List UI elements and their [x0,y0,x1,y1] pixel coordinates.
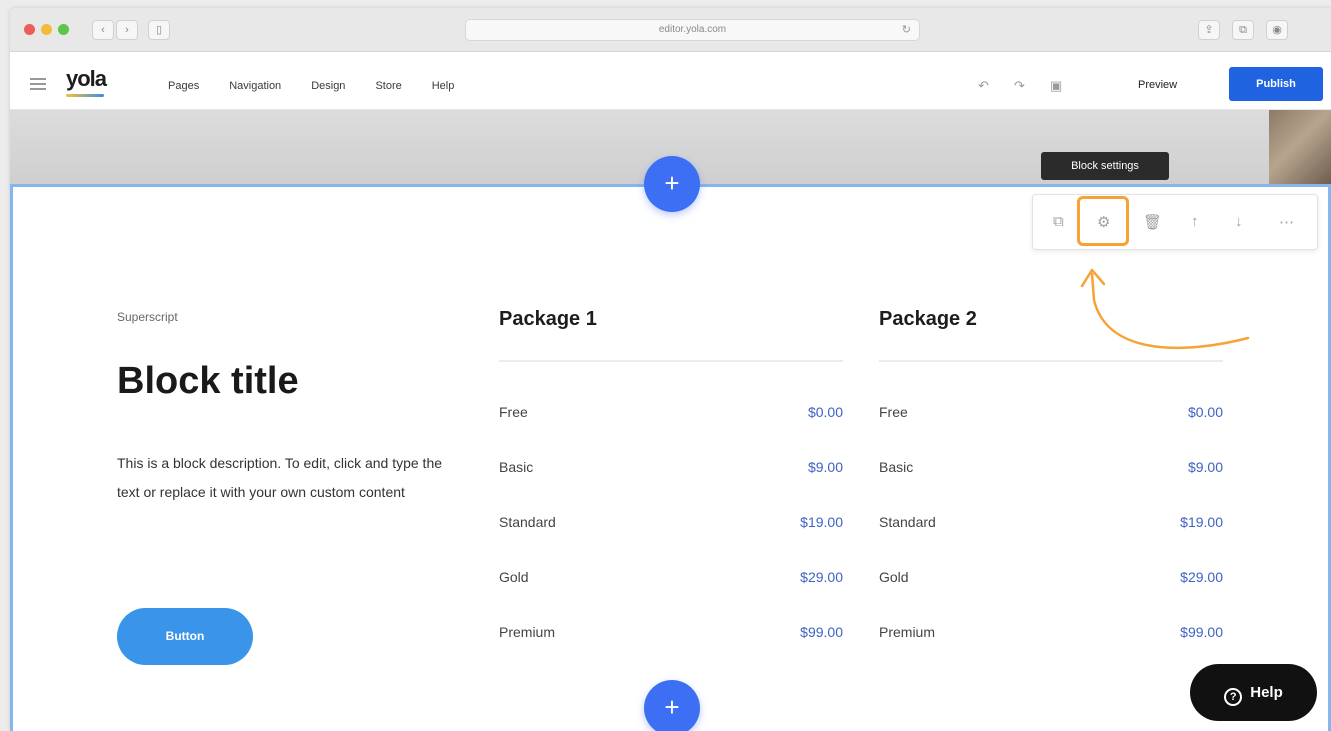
price-row: Standard $19.00 [879,472,1223,530]
price-value[interactable]: $99.00 [800,624,843,640]
plus-icon: + [664,692,680,722]
move-up-arrow-icon[interactable]: ↑ [1191,213,1199,230]
minimize-window-button[interactable] [41,24,52,35]
chevron-left-icon: ‹ [101,24,105,36]
help-button[interactable]: ? Help [1190,664,1317,721]
package-2: Package 2 Free $0.00 Basic $9.00 Standard $… [879,308,1223,640]
publish-button[interactable]: Publish [1229,67,1323,101]
hamburger-menu-icon[interactable] [30,78,46,93]
price-row: Gold $29.00 [499,527,843,585]
price-name[interactable]: Premium [879,624,935,640]
price-row: Premium $99.00 [499,582,843,640]
price-row: Free $0.00 [879,362,1223,420]
price-name[interactable]: Premium [499,624,555,640]
editor-toolbar: yola Pages Navigation Design Store Help … [10,52,1331,110]
share-button[interactable]: ⇪ [1198,20,1220,40]
package-title[interactable]: Package 2 [879,308,1223,362]
extension-button[interactable]: ◉ [1266,20,1288,40]
price-row: Basic $9.00 [879,417,1223,475]
menu-store[interactable]: Store [375,80,401,92]
block-description[interactable]: This is a block description. To edit, cl… [117,449,447,507]
price-value[interactable]: $99.00 [1180,624,1223,640]
add-block-above-button[interactable]: + [644,156,700,212]
settings-highlight-box [1077,196,1129,246]
forward-button[interactable]: › [116,20,138,40]
address-bar[interactable]: editor.yola.com ↻ [465,19,920,41]
chevron-right-icon: › [125,24,129,36]
browser-window: ‹ › ▯ editor.yola.com ↻ ⇪ ⧉ ◉ yola Pages… [10,8,1331,731]
block-toolbar: ⧉ ⚙ 🗑 ↑ ↓ ⋯ [1032,194,1318,250]
price-row: Premium $99.00 [879,582,1223,640]
plus-icon: + [664,168,680,198]
move-down-arrow-icon[interactable]: ↓ [1235,213,1243,230]
package-1: Package 1 Free $0.00 Basic $9.00 Standard $… [499,308,843,640]
preview-button[interactable]: Preview [1138,79,1177,91]
hero-photo [1269,110,1331,184]
more-options-icon[interactable]: ⋯ [1279,213,1294,231]
help-circle-icon: ? [1224,688,1243,706]
price-row: Gold $29.00 [879,527,1223,585]
redo-icon[interactable]: ↷ [1014,78,1025,94]
sidebar-button[interactable]: ▯ [148,20,170,40]
share-icon: ⇪ [1204,24,1214,36]
reload-icon[interactable]: ↻ [902,20,911,40]
menu-navigation[interactable]: Navigation [229,80,281,92]
url-text: editor.yola.com [658,24,727,35]
undo-icon[interactable]: ↶ [978,78,989,94]
add-block-below-button[interactable]: + [644,680,700,731]
yola-logo: yola [66,66,107,91]
zoom-window-button[interactable] [58,24,69,35]
editor-menu: Pages Navigation Design Store Help [168,80,454,92]
block-settings-tooltip: Block settings [1041,152,1169,180]
menu-design[interactable]: Design [311,80,345,92]
menu-pages[interactable]: Pages [168,80,199,92]
block-superscript[interactable]: Superscript [117,310,178,324]
duplicate-icon[interactable]: ⧉ [1053,213,1064,230]
extension-icon: ◉ [1272,24,1282,36]
package-title[interactable]: Package 1 [499,308,843,362]
help-label: Help [1250,684,1283,701]
sidebar-icon: ▯ [155,24,163,36]
block-title[interactable]: Block title [117,360,299,403]
close-window-button[interactable] [24,24,35,35]
menu-help[interactable]: Help [432,80,455,92]
window-controls [24,24,69,35]
tabs-button[interactable]: ⧉ [1232,20,1254,40]
price-row: Basic $9.00 [499,417,843,475]
block-button[interactable]: Button [117,608,253,665]
tabs-icon: ⧉ [1239,24,1247,36]
device-preview-icon[interactable]: ▣ [1050,78,1062,94]
browser-chrome: ‹ › ▯ editor.yola.com ↻ ⇪ ⧉ ◉ [10,8,1331,52]
back-button[interactable]: ‹ [92,20,114,40]
logo-underline [66,94,104,97]
delete-trash-icon[interactable]: 🗑 [1143,213,1162,231]
price-row: Standard $19.00 [499,472,843,530]
price-row: Free $0.00 [499,362,843,420]
